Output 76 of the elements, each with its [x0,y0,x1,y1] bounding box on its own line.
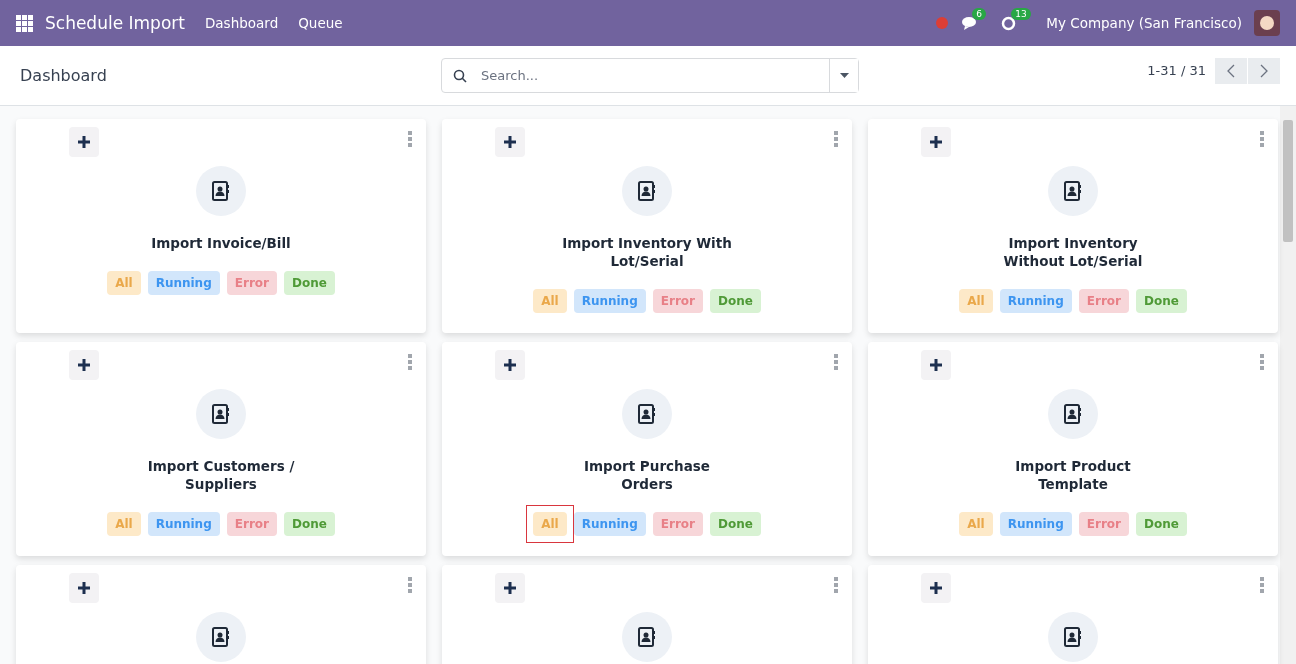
status-filter-button[interactable]: Done [283,512,335,536]
contact-book-icon [212,404,230,424]
search-input[interactable]: Search... [479,59,829,92]
status-filter-button[interactable]: Done [1135,289,1187,313]
status-filter-button[interactable]: Done [709,512,761,536]
plus-icon [78,582,90,594]
status-filter-button[interactable]: Error [226,512,277,536]
status-filter-button[interactable]: Done [1135,512,1187,536]
status-filter-button[interactable]: Running [147,512,220,536]
status-filter-button[interactable]: Error [226,271,277,295]
add-button[interactable] [69,350,99,380]
plus-icon [78,136,90,148]
plus-icon [930,582,942,594]
plus-icon [930,136,942,148]
status-filter-button[interactable]: Done [283,271,335,295]
add-button[interactable] [69,127,99,157]
add-button[interactable] [921,127,951,157]
contact-book-icon [638,181,656,201]
menu-item[interactable]: Dashboard [204,15,279,31]
status-filter-button[interactable]: Error [652,289,703,313]
caret-down-icon [839,73,849,78]
add-button[interactable] [495,127,525,157]
status-filter-button[interactable]: All [107,512,141,536]
contact-book-icon [212,627,230,647]
add-button[interactable] [921,350,951,380]
chevron-left-icon [1227,63,1235,78]
status-filter-button[interactable]: Error [1078,512,1129,536]
contact-book-icon [1064,181,1082,201]
user-avatar[interactable] [1254,10,1280,36]
breadcrumb: Dashboard [20,66,108,85]
contact-book-icon [1064,627,1082,647]
card-title: Import Product Template [1014,457,1132,493]
status-filter-button[interactable]: Error [652,512,703,536]
status-filter-button[interactable]: Running [573,512,646,536]
status-filter-button[interactable]: All [533,512,567,536]
add-button[interactable] [69,573,99,603]
search-field[interactable]: Search... [441,58,859,93]
add-button[interactable] [495,350,525,380]
card-title: Import Purchase Orders [583,457,711,493]
activity-count-badge: 13 [1011,7,1031,20]
plus-icon [930,359,942,371]
app-name[interactable]: Schedule Import [45,13,185,33]
contact-book-icon [212,181,230,201]
contact-book-icon [638,627,656,647]
add-button[interactable] [921,573,951,603]
contact-book-icon [638,404,656,424]
status-filter-button[interactable]: Running [147,271,220,295]
status-filter-button[interactable]: All [959,512,993,536]
menu-item[interactable]: Queue [298,15,343,31]
card-title: Import Customers / Suppliers [146,457,296,493]
status-filter-button[interactable]: All [533,289,567,313]
status-dot-icon [936,17,949,29]
pager-value[interactable]: 1-31 / 31 [1147,63,1206,78]
plus-icon [504,582,516,594]
card-title: Import Inventory Without Lot/Serial [1002,234,1144,270]
plus-icon [504,359,516,371]
company-name[interactable]: My Company (San Francisco) [1046,15,1242,31]
search-options-button[interactable] [829,59,858,92]
status-filter-button[interactable]: Done [709,289,761,313]
contact-book-icon [1064,404,1082,424]
message-count-badge: 6 [972,8,986,20]
search-icon [453,68,467,83]
card-title: Import Invoice/Bill [150,234,292,252]
chevron-right-icon [1260,63,1268,78]
app-grid-icon[interactable] [16,14,33,32]
status-filter-button[interactable]: All [959,289,993,313]
plus-icon [504,136,516,148]
plus-icon [78,359,90,371]
status-filter-button[interactable]: Running [573,289,646,313]
card-title: Import Inventory With Lot/Serial [561,234,733,270]
status-filter-button[interactable]: Running [999,289,1072,313]
status-filter-button[interactable]: Error [1078,289,1129,313]
status-filter-button[interactable]: Running [999,512,1072,536]
scrollbar[interactable] [1280,106,1296,664]
add-button[interactable] [495,573,525,603]
status-filter-button[interactable]: All [107,271,141,295]
